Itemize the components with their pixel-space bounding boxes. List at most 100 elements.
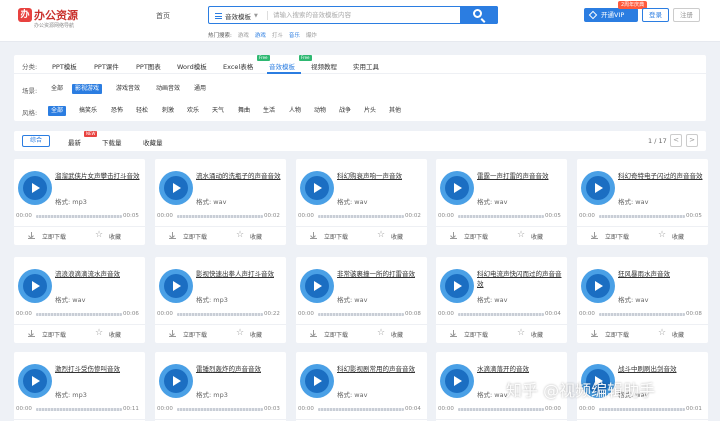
favorite-button[interactable]: 收藏	[391, 232, 403, 241]
waveform-progress[interactable]	[177, 313, 263, 316]
waveform-progress[interactable]	[458, 408, 544, 411]
sound-card[interactable]: 科幻影视剧常用的声音音效格式: wav00:0000:04立即下载☆收藏	[296, 352, 427, 421]
hot-word[interactable]: 爆炸	[306, 31, 317, 39]
scene-chip[interactable]: 游戏音效	[113, 84, 143, 94]
card-title[interactable]: 流浪浪滴滴流水声音效	[55, 269, 143, 279]
hot-word[interactable]: 打斗	[272, 31, 283, 39]
category-word-template[interactable]: Word模板	[177, 61, 207, 71]
download-button[interactable]: 立即下载	[324, 232, 348, 241]
sort-comprehensive-button[interactable]: 综合	[22, 135, 50, 147]
sort-newest[interactable]: 最新	[68, 137, 81, 147]
sound-card[interactable]: 狂风暴雨水声音效 格式: wav 00:00 00:08 立即下载 ☆ 收藏	[577, 257, 708, 343]
favorite-button[interactable]: 收藏	[109, 232, 121, 241]
waveform-progress[interactable]	[36, 313, 122, 316]
play-button[interactable]	[159, 269, 193, 303]
sound-card[interactable]: 影视快速出拳人声打斗音效 格式: mp3 00:00 00:22 立即下载 ☆ 收藏	[155, 257, 286, 343]
play-button[interactable]	[300, 269, 334, 303]
category-tools[interactable]: 实用工具	[353, 61, 379, 71]
style-chip[interactable]: 生活	[260, 106, 278, 116]
category-ppt-template[interactable]: PPT模板	[52, 61, 77, 71]
card-title[interactable]: 流水涌动的洗瓶子的声音音效	[196, 171, 284, 181]
card-title[interactable]: 激烈打斗受伤惨叫音效	[55, 364, 143, 374]
play-button[interactable]	[581, 269, 615, 303]
hot-word[interactable]: 音乐	[289, 31, 300, 39]
download-button[interactable]: 立即下载	[324, 330, 348, 339]
card-title[interactable]: 科幻影视剧常用的声音音效	[337, 364, 425, 374]
scene-chip[interactable]: 动画音效	[153, 84, 183, 94]
favorite-button[interactable]: 收藏	[391, 330, 403, 339]
open-vip-button[interactable]: 开通VIP	[584, 8, 638, 22]
card-title[interactable]: 水滴滴落开的音效	[477, 364, 565, 374]
download-icon[interactable]	[591, 232, 598, 239]
favorite-button[interactable]: 收藏	[250, 232, 262, 241]
style-chip[interactable]: 片头	[361, 106, 379, 116]
card-title[interactable]: 溜溜武侠片女声攀击打斗音效	[55, 171, 143, 181]
scene-chip[interactable]: 通用	[191, 84, 209, 94]
card-title[interactable]: 科幻奇特电子闪过的声音音效	[618, 171, 706, 181]
download-button[interactable]: 立即下载	[42, 232, 66, 241]
card-title[interactable]: 狂风暴雨水声音效	[618, 269, 706, 279]
category-video-tutorial[interactable]: 视频教程	[311, 61, 337, 71]
play-button[interactable]	[440, 171, 474, 205]
style-chip[interactable]: 搞笑乐	[76, 106, 100, 116]
site-logo[interactable]: 办 办公资源 办公资源网络导航	[18, 6, 86, 32]
nav-home-link[interactable]: 首页	[156, 11, 170, 21]
login-button[interactable]: 登录	[642, 8, 669, 22]
download-icon[interactable]	[310, 232, 317, 239]
waveform-progress[interactable]	[599, 215, 685, 218]
sound-card[interactable]: 科幻购衰声响一声音效 格式: wav 00:00 00:02 立即下载 ☆ 收藏	[296, 159, 427, 245]
style-chip[interactable]: 恐怖	[108, 106, 126, 116]
play-button[interactable]	[18, 171, 52, 205]
download-icon[interactable]	[310, 330, 317, 337]
category-ppt-chart[interactable]: PPT图表	[136, 61, 161, 71]
waveform-progress[interactable]	[318, 215, 404, 218]
style-chip[interactable]: 战争	[336, 106, 354, 116]
play-button[interactable]	[18, 364, 52, 398]
category-sound-effects[interactable]: 音效模板	[269, 61, 295, 71]
favorite-button[interactable]: 收藏	[672, 232, 684, 241]
star-icon[interactable]: ☆	[658, 229, 666, 241]
play-button[interactable]	[581, 171, 615, 205]
favorite-button[interactable]: 收藏	[109, 330, 121, 339]
card-title[interactable]: 雷霆一声打雷的声音音效	[477, 171, 565, 181]
sound-card[interactable]: 科幻电流声快闪而过的声音音效 格式: wav 00:00 00:04 立即下载 ☆ 收藏	[436, 257, 567, 343]
download-icon[interactable]	[450, 232, 457, 239]
download-button[interactable]: 立即下载	[464, 232, 488, 241]
sound-card[interactable]: 激烈打斗受伤惨叫音效格式: mp300:0000:11立即下载☆收藏	[14, 352, 145, 421]
card-title[interactable]: 雷锤烈轰炸的声音音效	[196, 364, 284, 374]
style-chip[interactable]: 刺激	[159, 106, 177, 116]
star-icon[interactable]: ☆	[95, 327, 103, 339]
play-button[interactable]	[440, 364, 474, 398]
download-icon[interactable]	[28, 232, 35, 239]
sound-card[interactable]: 科幻奇特电子闪过的声音音效 格式: wav 00:00 00:05 立即下载 ☆ 收藏	[577, 159, 708, 245]
star-icon[interactable]: ☆	[236, 229, 244, 241]
waveform-progress[interactable]	[36, 408, 122, 411]
style-chip[interactable]: 欢乐	[184, 106, 202, 116]
style-chip[interactable]: 舞曲	[235, 106, 253, 116]
waveform-progress[interactable]	[599, 408, 685, 411]
scene-chip-active[interactable]: 影视游戏	[72, 84, 103, 94]
sound-card[interactable]: 非常骇裹撞一所的打雷音效 格式: wav 00:00 00:08 立即下载 ☆ 收藏	[296, 257, 427, 343]
play-button[interactable]	[440, 269, 474, 303]
play-button[interactable]	[159, 364, 193, 398]
sound-card[interactable]: 溜溜武侠片女声攀击打斗音效 格式: mp3 00:00 00:05 立即下载 ☆ 收藏	[14, 159, 145, 245]
category-ppt-courseware[interactable]: PPT课件	[94, 61, 119, 71]
sort-favorites[interactable]: 收藏量	[143, 137, 163, 147]
play-button[interactable]	[159, 171, 193, 205]
download-icon[interactable]	[450, 330, 457, 337]
waveform-progress[interactable]	[599, 313, 685, 316]
download-button[interactable]: 立即下载	[183, 330, 207, 339]
waveform-progress[interactable]	[318, 313, 404, 316]
register-button[interactable]: 注册	[673, 8, 700, 22]
category-excel[interactable]: Excel表格	[223, 61, 253, 71]
download-button[interactable]: 立即下载	[42, 330, 66, 339]
card-title[interactable]: 非常骇裹撞一所的打雷音效	[337, 269, 425, 279]
download-icon[interactable]	[169, 232, 176, 239]
hot-word[interactable]: 游戏	[255, 31, 266, 39]
waveform-progress[interactable]	[458, 313, 544, 316]
sound-card[interactable]: 流水涌动的洗瓶子的声音音效 格式: wav 00:00 00:02 立即下载 ☆ 收藏	[155, 159, 286, 245]
download-icon[interactable]	[591, 330, 598, 337]
sound-card[interactable]: 雷锤烈轰炸的声音音效格式: mp300:0000:03立即下载☆收藏	[155, 352, 286, 421]
download-button[interactable]: 立即下载	[605, 232, 629, 241]
style-chip[interactable]: 人物	[286, 106, 304, 116]
